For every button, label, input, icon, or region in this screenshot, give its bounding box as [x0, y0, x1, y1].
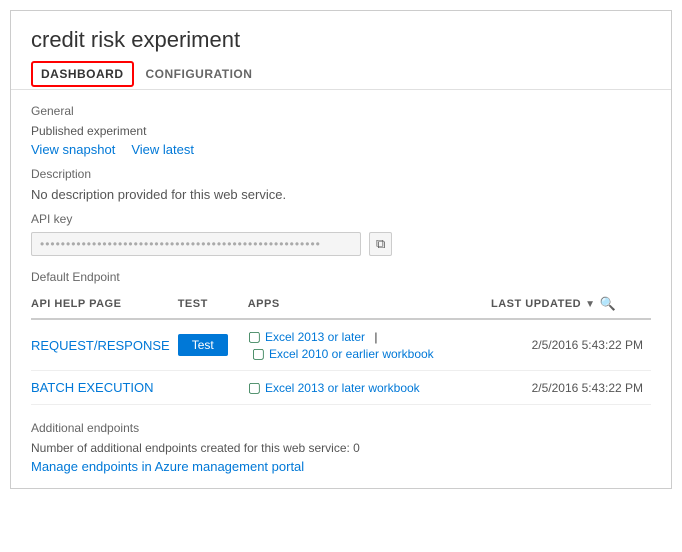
test-button[interactable]: Test [178, 334, 228, 356]
row2-last-updated: 2/5/2016 5:43:22 PM [491, 371, 651, 405]
row1-api-help: REQUEST/RESPONSE [31, 319, 178, 371]
api-key-label: API key [31, 212, 651, 226]
additional-endpoints-label: Additional endpoints [31, 421, 651, 435]
published-experiment-label: Published experiment [31, 124, 651, 138]
tab-dashboard[interactable]: DASHBOARD [31, 61, 134, 87]
excel-2013-batch-link[interactable]: ▢ Excel 2013 or later workbook [248, 379, 420, 396]
manage-endpoints-link[interactable]: Manage endpoints in Azure management por… [31, 459, 304, 474]
main-container: credit risk experiment DASHBOARD CONFIGU… [10, 10, 672, 489]
row2-api-help: BATCH EXECUTION [31, 371, 178, 405]
row1-last-updated: 2/5/2016 5:43:22 PM [491, 319, 651, 371]
table-row: BATCH EXECUTION ▢ Excel 2013 or later wo… [31, 371, 651, 405]
excel-icon-3: ▢ [248, 379, 261, 396]
api-key-value: ••••••••••••••••••••••••••••••••••••••••… [31, 232, 361, 256]
view-snapshot-link[interactable]: View snapshot [31, 142, 115, 157]
col-header-apps: APPS [248, 290, 491, 319]
row2-apps: ▢ Excel 2013 or later workbook [248, 371, 491, 405]
excel-icon-2: ▢ [252, 345, 265, 362]
default-endpoint-section: Default Endpoint API HELP PAGE TEST APPS [31, 270, 651, 405]
excel-icon-1: ▢ [248, 328, 261, 345]
additional-endpoints-section: Additional endpoints Number of additiona… [31, 421, 651, 474]
page-title: credit risk experiment [11, 11, 671, 59]
tab-configuration[interactable]: CONFIGURATION [146, 59, 265, 89]
sort-icon: ▼ [585, 299, 595, 310]
batch-execution-link[interactable]: BATCH EXECUTION [31, 380, 154, 395]
view-latest-link[interactable]: View latest [131, 142, 194, 157]
description-text: No description provided for this web ser… [31, 187, 651, 202]
tab-bar: DASHBOARD CONFIGURATION [11, 59, 671, 90]
excel-2010-link[interactable]: ▢ Excel 2010 or earlier workbook [252, 345, 434, 362]
table-header-row: API HELP PAGE TEST APPS LAST UPDATED ▼ [31, 290, 651, 319]
col-header-test: TEST [178, 290, 248, 319]
excel-2013-link[interactable]: ▢ Excel 2013 or later [248, 328, 365, 345]
request-response-link[interactable]: REQUEST/RESPONSE [31, 338, 170, 353]
content-area: General Published experiment View snapsh… [11, 90, 671, 488]
api-key-row: ••••••••••••••••••••••••••••••••••••••••… [31, 232, 651, 256]
endpoint-table: API HELP PAGE TEST APPS LAST UPDATED ▼ [31, 290, 651, 405]
general-label: General [31, 104, 651, 118]
col-header-last-updated: LAST UPDATED ▼ 🔍 [491, 290, 651, 319]
default-endpoint-label: Default Endpoint [31, 270, 651, 284]
additional-endpoints-count: Number of additional endpoints created f… [31, 441, 651, 455]
row2-test [178, 371, 248, 405]
search-icon[interactable]: 🔍 [600, 296, 617, 312]
apps-separator: | [374, 330, 377, 344]
experiment-links: View snapshot View latest [31, 142, 651, 157]
row1-apps: ▢ Excel 2013 or later | ▢ Excel 2010 or … [248, 319, 491, 371]
table-row: REQUEST/RESPONSE Test ▢ Excel 2013 or la… [31, 319, 651, 371]
copy-icon: ⧉ [376, 236, 385, 251]
copy-api-key-button[interactable]: ⧉ [369, 232, 392, 256]
row1-test: Test [178, 319, 248, 371]
col-header-api-help: API HELP PAGE [31, 290, 178, 319]
description-label: Description [31, 167, 651, 181]
